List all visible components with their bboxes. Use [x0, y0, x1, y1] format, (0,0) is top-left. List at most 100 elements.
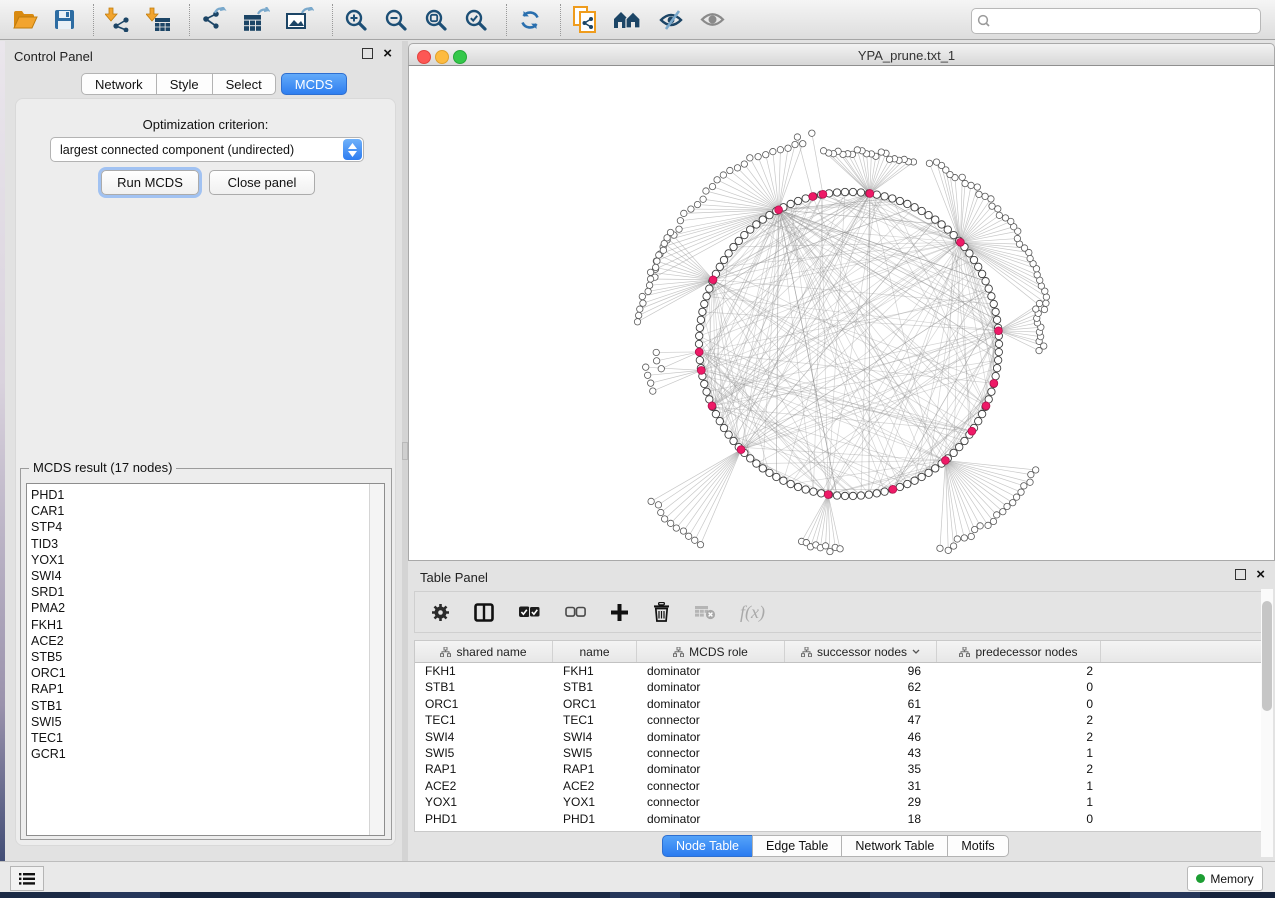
network-leaf-node[interactable] [989, 203, 995, 209]
close-table-panel-icon[interactable]: × [1256, 569, 1265, 580]
network-leaf-node[interactable] [1027, 479, 1033, 485]
cell-predecessors[interactable]: 0 [937, 696, 1101, 712]
network-node[interactable] [918, 207, 925, 214]
result-node-item[interactable]: PHD1 [31, 487, 366, 503]
network-leaf-node[interactable] [937, 545, 943, 551]
cell-successors[interactable]: 62 [785, 679, 937, 695]
network-leaf-node[interactable] [688, 206, 694, 212]
result-node-item[interactable]: SWI4 [31, 568, 366, 584]
network-node[interactable] [881, 488, 888, 495]
cell-successors[interactable]: 46 [785, 729, 937, 745]
tab-motifs[interactable]: Motifs [947, 835, 1008, 857]
network-leaf-node[interactable] [822, 543, 828, 549]
import-table-icon[interactable] [146, 7, 171, 32]
network-node[interactable] [725, 431, 732, 438]
table-row[interactable]: YOX1YOX1connector291 [415, 794, 1266, 810]
zoom-in-icon[interactable] [344, 8, 368, 32]
network-leaf-node[interactable] [694, 201, 700, 207]
network-node[interactable] [701, 380, 708, 387]
network-node[interactable] [696, 332, 703, 339]
cell-shared_name[interactable]: ACE2 [415, 778, 553, 794]
result-node-item[interactable]: CAR1 [31, 503, 366, 519]
mcds-hub-node[interactable] [866, 190, 874, 198]
network-leaf-node[interactable] [677, 217, 683, 223]
clone-network-icon[interactable] [572, 6, 597, 33]
delete-table-icon[interactable] [694, 605, 716, 620]
network-node[interactable] [982, 277, 989, 284]
network-leaf-node[interactable] [878, 149, 884, 155]
network-leaf-node[interactable] [1021, 483, 1027, 489]
cell-shared_name[interactable]: ORC1 [415, 696, 553, 712]
network-leaf-node[interactable] [676, 226, 682, 232]
network-leaf-node[interactable] [933, 159, 939, 165]
column-header-name[interactable]: name [553, 641, 637, 662]
network-node[interactable] [978, 410, 985, 417]
network-node[interactable] [988, 293, 995, 300]
network-leaf-node[interactable] [1043, 300, 1049, 306]
mcds-hub-node[interactable] [982, 402, 990, 410]
network-leaf-node[interactable] [703, 188, 709, 194]
cell-predecessors[interactable]: 2 [937, 663, 1101, 679]
network-node[interactable] [944, 226, 951, 233]
network-node[interactable] [773, 473, 780, 480]
network-node[interactable] [961, 437, 968, 444]
cell-role[interactable]: connector [637, 794, 785, 810]
network-leaf-node[interactable] [809, 130, 815, 136]
search-box[interactable] [971, 8, 1261, 34]
network-node[interactable] [787, 480, 794, 487]
cell-role[interactable]: dominator [637, 663, 785, 679]
cell-successors[interactable]: 35 [785, 761, 937, 777]
network-node[interactable] [994, 356, 1001, 363]
network-node[interactable] [810, 488, 817, 495]
cell-successors[interactable]: 47 [785, 712, 937, 728]
table-row[interactable]: SWI4SWI4dominator462 [415, 729, 1266, 745]
mcds-hub-node[interactable] [957, 238, 965, 246]
network-node[interactable] [896, 483, 903, 490]
result-list-scrollbar[interactable] [369, 484, 384, 835]
network-node[interactable] [990, 300, 997, 307]
network-leaf-node[interactable] [1014, 235, 1020, 241]
network-leaf-node[interactable] [990, 518, 996, 524]
mcds-hub-node[interactable] [737, 446, 745, 454]
network-leaf-node[interactable] [661, 516, 667, 522]
cell-shared_name[interactable]: YOX1 [415, 794, 553, 810]
network-leaf-node[interactable] [1033, 306, 1039, 312]
cell-name[interactable]: ACE2 [553, 778, 637, 794]
network-leaf-node[interactable] [1004, 503, 1010, 509]
tab-select[interactable]: Select [212, 73, 276, 95]
network-leaf-node[interactable] [680, 528, 686, 534]
tab-network[interactable]: Network [81, 73, 157, 95]
network-leaf-node[interactable] [974, 184, 980, 190]
cell-shared_name[interactable]: TEC1 [415, 712, 553, 728]
network-leaf-node[interactable] [647, 276, 653, 282]
network-window-titlebar[interactable]: YPA_prune.txt_1 [408, 43, 1275, 66]
cell-successors[interactable]: 96 [785, 663, 937, 679]
network-graph[interactable] [409, 66, 1274, 560]
network-node[interactable] [881, 193, 888, 200]
network-leaf-node[interactable] [637, 306, 643, 312]
network-node[interactable] [950, 449, 957, 456]
network-leaf-node[interactable] [968, 182, 974, 188]
network-leaf-node[interactable] [747, 155, 753, 161]
mcds-hub-node[interactable] [695, 348, 703, 356]
network-leaf-node[interactable] [792, 141, 798, 147]
export-network-icon[interactable] [201, 7, 227, 32]
result-node-item[interactable]: FKH1 [31, 617, 366, 633]
network-leaf-node[interactable] [961, 535, 967, 541]
network-node[interactable] [766, 469, 773, 476]
network-leaf-node[interactable] [976, 191, 982, 197]
cell-shared_name[interactable]: FKH1 [415, 663, 553, 679]
cell-name[interactable]: FKH1 [553, 663, 637, 679]
network-leaf-node[interactable] [648, 498, 654, 504]
result-node-item[interactable]: SWI5 [31, 714, 366, 730]
run-mcds-button[interactable]: Run MCDS [101, 170, 199, 195]
result-node-item[interactable]: ORC1 [31, 665, 366, 681]
cell-predecessors[interactable]: 2 [937, 712, 1101, 728]
mcds-hub-node[interactable] [824, 491, 832, 499]
cell-name[interactable]: SWI4 [553, 729, 637, 745]
network-node[interactable] [978, 270, 985, 277]
network-leaf-node[interactable] [1010, 499, 1016, 505]
network-node[interactable] [833, 492, 840, 499]
network-node[interactable] [995, 348, 1002, 355]
network-node[interactable] [992, 372, 999, 379]
